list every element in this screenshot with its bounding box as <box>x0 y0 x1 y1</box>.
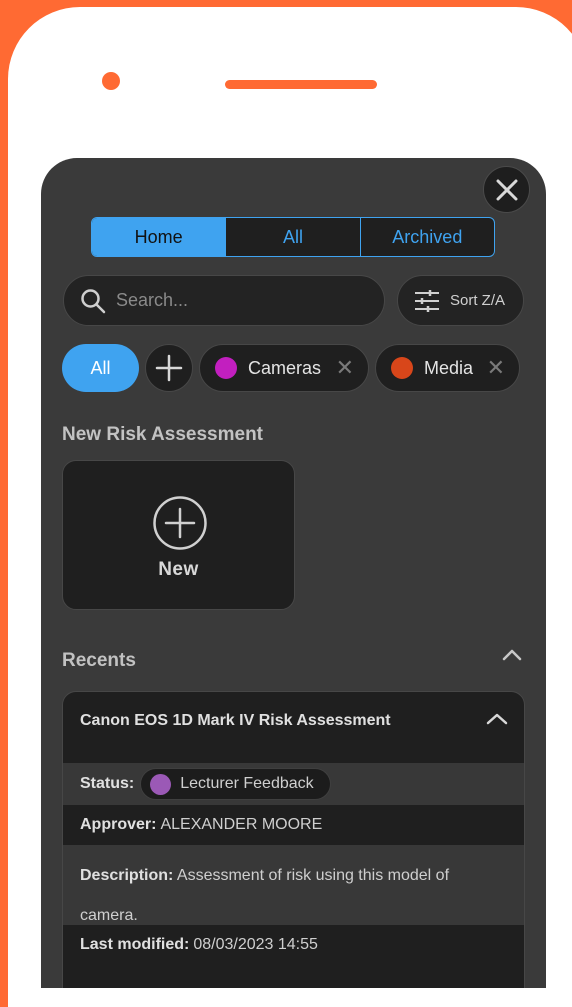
filter-chip-label: Media <box>424 357 474 378</box>
approver-value: ALEXANDER MOORE <box>160 816 323 833</box>
modified-row: Last modified: 08/03/2023 14:55 <box>63 925 524 965</box>
sort-button[interactable]: Sort Z/A <box>397 275 524 326</box>
new-section-title: New Risk Assessment <box>62 424 264 445</box>
cameras-color-dot <box>215 357 237 379</box>
chevron-up-icon[interactable] <box>486 712 508 726</box>
status-label: Status: <box>80 775 135 792</box>
sliders-icon <box>415 289 439 312</box>
remove-media-icon[interactable]: ✕ <box>487 355 505 381</box>
filter-chip-label: Cameras <box>248 357 322 378</box>
tab-archived[interactable]: Archived <box>359 218 494 256</box>
modified-label: Last modified: <box>80 936 190 953</box>
speaker-bar <box>225 80 377 89</box>
recents-title: Recents <box>62 650 136 671</box>
status-badge: Lecturer Feedback <box>140 768 331 800</box>
description-row: Description: Assessment of risk using th… <box>63 845 524 925</box>
modified-value: 08/03/2023 14:55 <box>193 936 318 953</box>
filter-chip-media[interactable]: Media ✕ <box>375 344 520 392</box>
add-filter-button[interactable] <box>145 344 193 392</box>
close-button[interactable] <box>483 166 530 213</box>
tab-all[interactable]: All <box>225 218 359 256</box>
recent-card-title: Canon EOS 1D Mark IV Risk Assessment <box>80 712 391 729</box>
close-icon <box>496 179 517 200</box>
description-label: Description: <box>80 867 174 884</box>
plus-icon <box>155 354 183 382</box>
tab-home[interactable]: Home <box>92 218 226 256</box>
filter-chip-cameras[interactable]: Cameras ✕ <box>199 344 369 392</box>
media-color-dot <box>391 357 413 379</box>
chevron-up-icon[interactable] <box>502 648 522 662</box>
new-assessment-card[interactable]: New <box>62 460 295 610</box>
circle-plus-icon <box>153 496 207 550</box>
new-label: New <box>158 559 199 580</box>
filter-all-chip[interactable]: All <box>62 344 139 392</box>
search-input[interactable]: Search... <box>63 275 385 326</box>
dashboard-panel: Home All Archived Search... Sort Z/A All… <box>41 158 546 988</box>
camera-dot <box>102 72 120 90</box>
approver-row: Approver: ALEXANDER MOORE <box>63 805 524 845</box>
approver-label: Approver: <box>80 816 157 833</box>
sort-label: Sort Z/A <box>450 292 506 309</box>
search-icon <box>81 288 106 313</box>
status-row: Status: Lecturer Feedback <box>63 763 524 805</box>
view-tabs: Home All Archived <box>91 217 495 257</box>
remove-cameras-icon[interactable]: ✕ <box>336 355 354 381</box>
recent-card[interactable]: Canon EOS 1D Mark IV Risk Assessment Sta… <box>62 691 525 988</box>
status-value: Lecturer Feedback <box>180 775 314 792</box>
search-placeholder: Search... <box>116 290 189 310</box>
status-color-dot <box>150 773 172 795</box>
